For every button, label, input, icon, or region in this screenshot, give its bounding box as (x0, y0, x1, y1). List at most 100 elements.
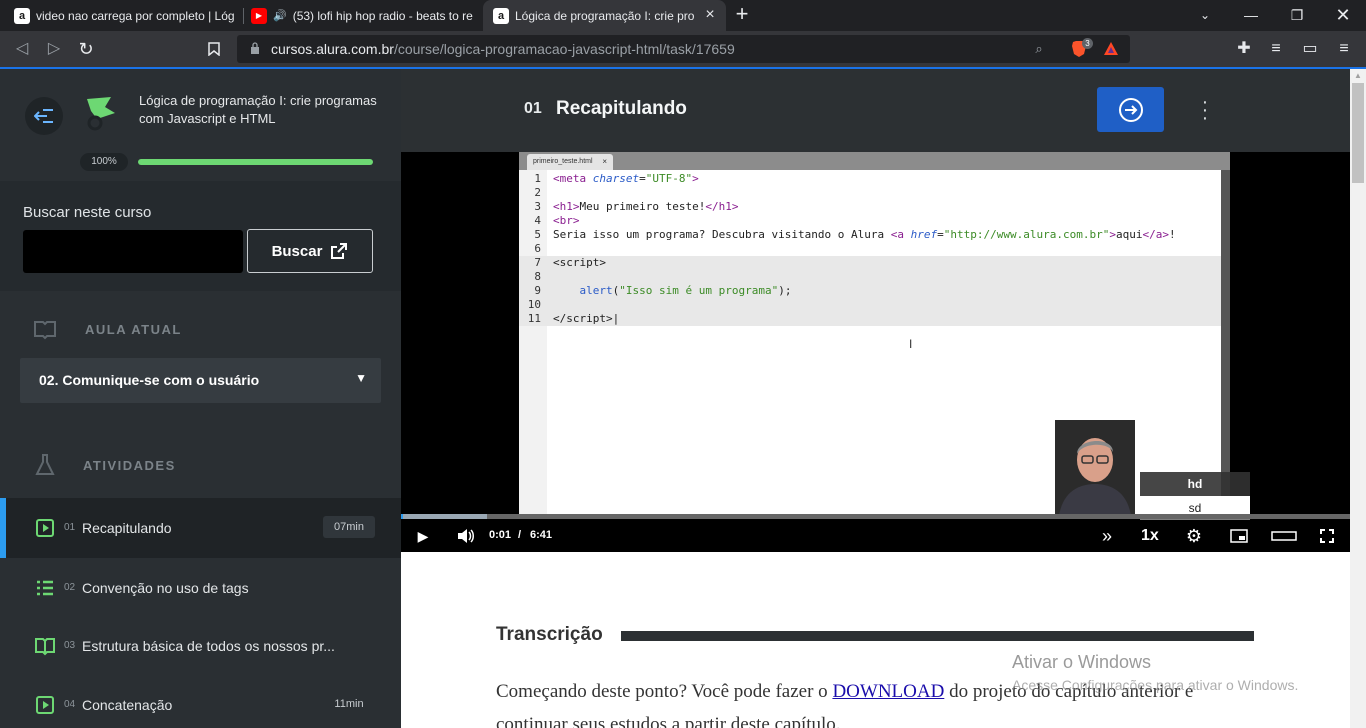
bookmark-icon[interactable] (201, 36, 227, 62)
code-line: 5 Seria isso um programa? Descubra visita… (534, 228, 1176, 241)
lesson-dropdown[interactable]: 02. Comunique-se com o usuário ▼ (20, 358, 381, 403)
task-number: 01 (524, 100, 542, 117)
code-line: 1 <meta charset="UTF-8"> (534, 172, 699, 185)
list-icon (37, 580, 53, 596)
quality-option-hd[interactable]: hd (1140, 472, 1250, 496)
task-title: Recapitulando (556, 98, 687, 119)
scroll-thumb[interactable] (1352, 83, 1364, 183)
alura-favicon-icon: a (493, 7, 509, 24)
task-header: 01 Recapitulando · · · (401, 69, 1350, 152)
shields-badge: 3 (1082, 38, 1093, 49)
transcript-heading: Transcrição (496, 624, 603, 645)
reload-icon[interactable]: ↻ (73, 36, 99, 62)
text-cursor-icon: I (909, 337, 913, 351)
code-line: 2 (534, 186, 541, 199)
download-link[interactable]: DOWNLOAD (832, 681, 944, 702)
search-input[interactable] (23, 230, 243, 273)
speaker-icon: 🔊 (273, 10, 287, 22)
progress-fill (138, 159, 373, 165)
youtube-favicon-icon: ▶ (251, 7, 267, 24)
chevron-down-icon: ▼ (355, 371, 367, 385)
heading-rule (621, 631, 1254, 641)
playback-speed[interactable]: 1x (1141, 527, 1159, 545)
course-sidebar: Lógica de programação I: crie programas … (0, 69, 401, 728)
external-link-icon (331, 243, 348, 259)
restore-button[interactable]: ❐ (1274, 0, 1320, 31)
zoom-icon[interactable]: ⌕ (1029, 39, 1049, 59)
next-task-button[interactable] (1097, 87, 1164, 132)
lock-icon (251, 42, 259, 54)
course-progress-bar (138, 159, 373, 165)
open-book-icon (34, 321, 56, 340)
more-options-icon[interactable]: · · · (1198, 92, 1212, 128)
code-line: 9 alert("Isso sim é um programa"); (519, 284, 1221, 298)
theater-mode-icon[interactable] (1269, 524, 1299, 548)
duration: 6:41 (530, 529, 553, 541)
video-icon (36, 696, 54, 714)
code-line: 4 <br> (534, 214, 580, 227)
browser-tab-2[interactable]: ▶ 🔊 (53) lofi hip hop radio - beats to r… (251, 0, 473, 31)
settings-gear-icon[interactable]: ⚙ (1182, 524, 1206, 548)
scroll-up-icon[interactable]: ▲ (1350, 69, 1366, 83)
course-logo-icon (87, 97, 115, 131)
active-indicator (0, 498, 6, 558)
volume-icon[interactable] (454, 524, 478, 548)
progress-percent: 100% (80, 153, 128, 171)
sidebar-toggle-button[interactable] (25, 97, 63, 135)
tab-search-chevron-icon[interactable]: ⌄ (1182, 0, 1228, 31)
video-icon (36, 519, 54, 537)
new-tab-button[interactable]: + (733, 3, 751, 26)
current-lesson-section: AULA ATUAL (0, 309, 401, 349)
activity-item-recapitulando[interactable]: 01 Recapitulando 07min (0, 498, 401, 558)
current-time: 0:01 (489, 529, 512, 541)
url-text: cursos.alura.com.br/course/logica-progra… (271, 41, 735, 57)
code-line: 11 </script>| (519, 312, 1221, 326)
picture-in-picture-icon[interactable] (1227, 524, 1251, 548)
presenter-webcam (1055, 420, 1135, 516)
browser-tab-3-active[interactable]: a Lógica de programação I: crie pro × (483, 0, 726, 31)
activity-item-estrutura[interactable]: 03 Estrutura básica de todos os nossos p… (0, 616, 401, 676)
close-window-button[interactable]: ✕ (1320, 0, 1366, 31)
video-controls: ▶ 0:01 / 6:41 » 1x ⚙ (401, 519, 1350, 552)
code-line: 6 (534, 242, 541, 255)
sidebar-header: Lógica de programação I: crie programas … (0, 69, 401, 181)
windows-activation-subtext: Acesse Configurações para ativar o Windo… (1012, 677, 1299, 693)
alura-favicon-icon: a (14, 7, 30, 24)
minimize-button[interactable]: — (1228, 0, 1274, 31)
arrow-right-circle-icon (1119, 98, 1143, 122)
wallet-icon[interactable]: ▭ (1297, 36, 1323, 62)
browser-tab-1[interactable]: a video nao carrega por completo | Lóg (14, 0, 236, 31)
quality-menu: hd sd (1140, 472, 1250, 520)
windows-activation-watermark: Ativar o Windows (1012, 652, 1152, 672)
code-line: 3 <h1>Meu primeiro teste!</h1> (534, 200, 739, 213)
search-label: Buscar neste curso (23, 204, 152, 221)
skip-forward-icon[interactable]: » (1095, 524, 1119, 548)
video-player[interactable]: primeiro_teste.html × 1 <meta charset="UTF… (401, 152, 1350, 552)
brave-rewards-icon[interactable] (1101, 39, 1121, 59)
address-bar[interactable]: cursos.alura.com.br/course/logica-progra… (237, 35, 1130, 63)
menu-back-icon (33, 109, 53, 123)
browser-toolbar: ◁ ▷ ↻ cursos.alura.com.br/course/logica-… (0, 31, 1366, 67)
code-line: 8 (519, 270, 1221, 284)
media-playlist-icon[interactable]: ≡ (1263, 36, 1289, 62)
activities-section: ATIVIDADES (0, 445, 401, 485)
activity-item-convencao[interactable]: 02 Convenção no uso de tags (0, 558, 401, 618)
forward-arrow-icon[interactable]: ▷ (41, 36, 67, 62)
back-arrow-icon[interactable]: ◁ (9, 36, 35, 62)
search-button[interactable]: Buscar (247, 229, 373, 273)
course-title[interactable]: Lógica de programação I: crie programas … (139, 92, 379, 128)
course-search: Buscar neste curso Buscar (0, 181, 401, 291)
book-icon (35, 638, 55, 656)
tab-separator (243, 8, 244, 24)
activity-item-concatenacao[interactable]: 04 Concatenação 11min (0, 675, 401, 728)
play-icon[interactable]: ▶ (411, 524, 435, 548)
duration-badge: 11min (334, 698, 364, 710)
editor-file-tab: primeiro_teste.html × (527, 154, 613, 170)
page-scrollbar[interactable]: ▲ (1350, 69, 1366, 728)
close-tab-icon[interactable]: × (702, 7, 718, 23)
duration-badge: 07min (323, 516, 375, 538)
fullscreen-icon[interactable] (1315, 524, 1339, 548)
extensions-puzzle-icon[interactable]: ✚ (1231, 36, 1257, 62)
time-separator: / (518, 529, 522, 541)
menu-icon[interactable]: ≡ (1331, 36, 1357, 62)
